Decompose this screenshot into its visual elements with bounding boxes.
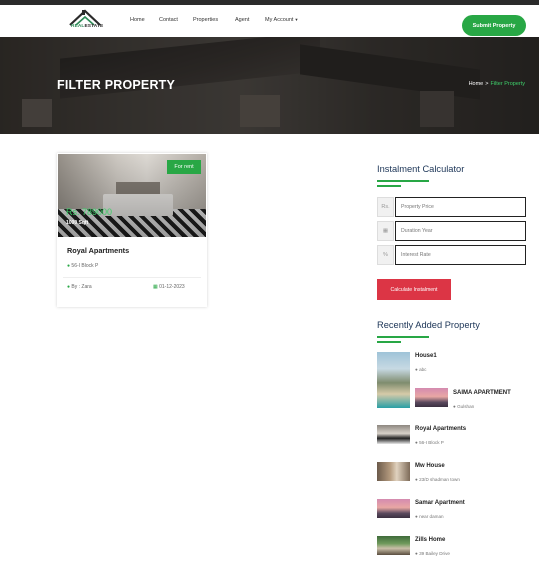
property-author-text: By : Zara xyxy=(71,284,92,290)
currency-icon: Rs. xyxy=(377,197,394,217)
recent-property-thumbnail[interactable] xyxy=(377,462,410,481)
map-marker-icon: ● xyxy=(415,514,418,519)
recent-property-location-text: 23/D shadman town xyxy=(419,477,460,482)
interest-rate-input[interactable] xyxy=(395,245,526,265)
property-date-text: 01-12-2023 xyxy=(159,284,185,290)
calculator-heading: Instalment Calculator xyxy=(377,164,465,174)
property-price-input[interactable] xyxy=(395,197,526,217)
recent-property-name[interactable]: Mw House xyxy=(415,463,445,469)
property-price-row: Rs. xyxy=(377,197,526,217)
heading-underline xyxy=(377,180,429,182)
my-account-label: My Account xyxy=(265,17,294,23)
recent-properties-heading: Recently Added Property xyxy=(377,320,480,330)
heading-underline-short xyxy=(377,185,401,187)
recent-property-thumbnail[interactable] xyxy=(377,352,410,408)
recent-property-item[interactable]: House1 ● abc xyxy=(377,352,537,408)
property-author: ● By : Zara xyxy=(67,284,92,290)
recent-property-location: ● abc xyxy=(415,367,426,372)
recent-property-item[interactable]: Mw House ● 23/D shadman town xyxy=(377,462,537,496)
recent-property-item[interactable]: Royal Apartments ● 56-I Block P xyxy=(377,425,537,459)
heading-underline-short xyxy=(377,341,401,343)
property-location-text: 56-I Block P xyxy=(71,263,99,269)
property-location: ● 56-I Block P xyxy=(67,263,98,269)
logo-text-estate: ESTATE xyxy=(84,24,104,29)
recent-property-location-text: 39 Bailey Drive xyxy=(419,551,450,556)
page-title: FILTER PROPERTY xyxy=(57,78,176,92)
map-marker-icon: ● xyxy=(415,440,418,445)
calendar-icon: ▦ xyxy=(377,221,394,241)
recent-property-location: ● 23/D shadman town xyxy=(415,477,460,482)
breadcrumb-current: Filter Property xyxy=(490,81,525,87)
recent-property-location-text: near daman xyxy=(419,514,444,519)
recent-property-thumbnail[interactable] xyxy=(377,499,410,518)
property-price: Rs. 789000 xyxy=(66,207,113,217)
recent-property-location-text: 56-I Block P xyxy=(419,440,444,445)
recent-property-name[interactable]: Zills Home xyxy=(415,537,445,543)
property-image[interactable]: For rent Rs. 789000 1000 Sqft xyxy=(58,154,206,237)
user-icon: ● xyxy=(67,284,71,290)
nav-link-properties[interactable]: Properties xyxy=(193,17,218,23)
property-area: 1000 Sqft xyxy=(66,220,89,226)
recent-property-name[interactable]: Royal Apartments xyxy=(415,426,466,432)
map-marker-icon: ● xyxy=(453,404,456,409)
map-marker-icon: ● xyxy=(67,263,71,269)
breadcrumb-home-link[interactable]: Home xyxy=(469,81,484,87)
calculate-instalment-button[interactable]: Calculate Instalment xyxy=(377,279,451,300)
recent-property-location: ● 39 Bailey Drive xyxy=(415,551,450,556)
recent-property-thumbnail[interactable] xyxy=(415,388,448,407)
percent-icon: % xyxy=(377,245,394,265)
interest-rate-row: % xyxy=(377,245,526,265)
page-banner: FILTER PROPERTY Home > Filter Property xyxy=(0,37,539,134)
recent-property-location-text: Gulshan xyxy=(457,404,475,409)
duration-year-input[interactable] xyxy=(395,221,526,241)
recent-property-location: ● near daman xyxy=(415,514,444,519)
logo[interactable]: REALESTATE xyxy=(68,8,110,35)
duration-year-row: ▦ xyxy=(377,221,526,241)
nav-link-contact[interactable]: Contact xyxy=(159,17,178,23)
nav-link-my-account[interactable]: My Account▼ xyxy=(265,17,298,23)
for-rent-badge: For rent xyxy=(167,160,201,174)
recent-property-name[interactable]: House1 xyxy=(415,353,437,359)
map-marker-icon: ● xyxy=(415,477,418,482)
chevron-down-icon: ▼ xyxy=(294,17,299,22)
recent-property-location-text: abc xyxy=(419,367,427,372)
navbar: REALESTATE Home Contact Properties Agent… xyxy=(0,5,539,37)
breadcrumb: Home > Filter Property xyxy=(469,81,525,87)
breadcrumb-separator: > xyxy=(485,81,489,87)
map-marker-icon: ● xyxy=(415,367,418,372)
nav-link-home[interactable]: Home xyxy=(130,17,145,23)
property-title[interactable]: Royal Apartments xyxy=(67,246,129,255)
submit-property-button[interactable]: Submit Property xyxy=(462,15,526,36)
recent-property-item[interactable]: Samar Apartment ● near daman xyxy=(377,499,537,533)
calendar-icon: ▦ xyxy=(153,284,158,290)
nav-link-agent[interactable]: Agent xyxy=(235,17,249,23)
recent-property-item[interactable]: Zills Home ● 39 Bailey Drive xyxy=(377,536,537,570)
card-divider xyxy=(63,277,201,278)
recent-property-name[interactable]: SAIMA APARTMENT xyxy=(453,390,511,396)
map-marker-icon: ● xyxy=(415,551,418,556)
recent-property-item[interactable]: SAIMA APARTMENT ● Gulshan xyxy=(415,388,535,422)
property-card[interactable]: For rent Rs. 789000 1000 Sqft Royal Apar… xyxy=(57,153,207,307)
recent-property-thumbnail[interactable] xyxy=(377,536,410,555)
recent-property-location: ● Gulshan xyxy=(453,404,474,409)
logo-text-real: REAL xyxy=(71,24,85,29)
recent-property-name[interactable]: Samar Apartment xyxy=(415,500,465,506)
property-date: ▦ 01-12-2023 xyxy=(153,284,185,290)
recent-property-thumbnail[interactable] xyxy=(377,425,410,444)
heading-underline xyxy=(377,336,429,338)
recent-property-location: ● 56-I Block P xyxy=(415,440,444,445)
logo-text: REALESTATE xyxy=(71,24,103,29)
